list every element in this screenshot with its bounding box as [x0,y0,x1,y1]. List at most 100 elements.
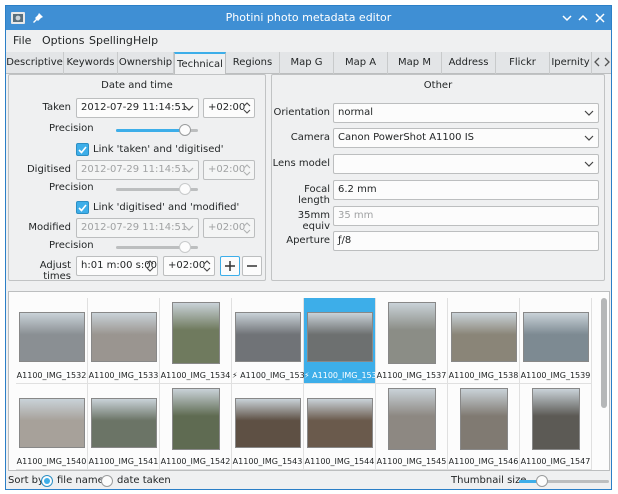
chevron-down-icon [584,135,594,141]
link2-label: Link 'digitised' and 'modified' [93,202,240,213]
thumbnail-caption: A1100_IMG_1541 [88,457,159,466]
thumbnail-caption: A1100_IMG_1540 [16,457,87,466]
thumbnail-item[interactable]: A1100_IMG_1545 [376,384,448,470]
thumbnail-item[interactable]: A1100_IMG_1532 [16,298,88,384]
tab-technical[interactable]: Technical [174,52,226,75]
equiv-value: 35 mm [338,210,374,221]
tab-ownership[interactable]: Ownership [118,52,174,74]
thumbnail-caption: A1100_IMG_1542 [160,457,231,466]
camera-select[interactable]: Canon PowerShot A1100 IS [333,128,599,148]
thumbnail-caption: A1100_IMG_1539 [520,371,591,380]
thumbnail-item[interactable]: A1100_IMG_1539 [520,298,592,384]
tab-map-g[interactable]: Map G [280,52,334,74]
adjust-add-button[interactable] [220,256,240,276]
chevron-down-icon[interactable] [559,10,575,26]
tab-descriptive[interactable]: Descriptive [6,52,64,74]
thumbnail-item[interactable]: A1100_IMG_1533 [88,298,160,384]
thumbnail-item[interactable]: A1100_IMG_1541 [88,384,160,470]
adjust-offset-input[interactable]: h:01 m:00 s:00 [76,256,158,276]
thumbnail-caption: A1100_IMG_1547 [520,457,591,466]
slider-knob[interactable] [536,475,548,487]
minus-icon [247,265,257,267]
thumbnail-item[interactable]: ⚡ A1100_IMG_1535 [232,298,310,384]
thumbnail-item[interactable]: A1100_IMG_1546 [448,384,520,470]
digitised-datetime-input[interactable]: 2012-07-29 11:14:51 [76,160,199,180]
tab-keywords[interactable]: Keywords [64,52,118,74]
sort-date-taken-label[interactable]: date taken [117,475,171,486]
sort-file-name-radio[interactable] [41,475,53,487]
tab-map-a[interactable]: Map A [334,52,388,74]
title-bar[interactable]: Photini photo metadata editor [6,6,611,30]
thumbnail-image [307,312,373,362]
slider-knob[interactable] [179,241,191,253]
thumbnail-image [19,312,85,362]
tab-address[interactable]: Address [442,52,496,74]
thumbnail-image [91,312,157,362]
check-icon [76,201,89,214]
thumbnail-image [172,388,220,450]
thumbnail-item[interactable]: A1100_IMG_1543 [232,384,304,470]
thumbnail-caption: A1100_IMG_1544 [304,457,375,466]
chevron-down-icon [584,110,594,116]
digitised-timezone-input[interactable]: +02:00 [203,160,255,180]
menu-spelling[interactable]: Spelling [89,34,133,47]
menu-bar: File Options Spelling Help [6,30,611,52]
menu-file[interactable]: File [13,34,31,47]
thumbnail-caption: A1100_IMG_1533 [88,371,159,380]
thumbnail-item[interactable]: A1100_IMG_1534 [160,298,232,384]
thumbnail-caption: A1100_IMG_1534 [160,371,231,380]
equiv-35mm-input[interactable]: 35 mm [333,206,599,226]
app-window: Photini photo metadata editor File Optio… [5,5,612,490]
menu-options[interactable]: Options [42,34,84,47]
thumbnail-size-slider[interactable] [519,475,609,487]
thumbnail-item[interactable]: A1100_IMG_1538 [448,298,520,384]
adjust-timezone-input[interactable]: +02:00 [163,256,215,276]
sort-date-taken-radio[interactable] [101,475,113,487]
menu-help[interactable]: Help [133,34,158,47]
thumbnail-caption: A1100_IMG_1545 [376,457,447,466]
tab-flickr[interactable]: Flickr [496,52,550,74]
thumbnail-image [523,312,589,362]
thumbnail-image [19,398,85,448]
taken-datetime-input[interactable]: 2012-07-29 11:14:51 [76,98,199,118]
tab-regions[interactable]: Regions [226,52,280,74]
link-taken-digitised-checkbox[interactable]: Link 'taken' and 'digitised' [76,143,223,157]
digitised-value: 2012-07-29 11:14:51 [81,164,188,175]
taken-timezone-input[interactable]: +02:00 [203,98,255,118]
aperture-input[interactable]: ƒ/8 [333,231,599,251]
thumbnail-item[interactable]: A1100_IMG_1540 [16,384,88,470]
chevron-up-icon[interactable] [575,10,591,26]
thumbnail-item[interactable]: A1100_IMG_1547 [520,384,592,470]
tab-scroll-right-icon[interactable] [602,55,611,72]
camera-label: Camera [290,132,330,143]
lens-model-label: Lens model [272,158,330,169]
thumbnail-item[interactable]: A1100_IMG_1542 [160,384,232,470]
modified-datetime-input[interactable]: 2012-07-29 11:14:51 [76,218,199,238]
thumbnail-grid[interactable]: A1100_IMG_1532 A1100_IMG_1533 A1100_IMG_15… [8,291,610,471]
slider-knob[interactable] [179,124,191,136]
modified-timezone-input[interactable]: +02:00 [203,218,255,238]
adjust-subtract-button[interactable] [242,256,262,276]
lens-model-select[interactable] [333,154,599,174]
slider-knob[interactable] [179,183,191,195]
focal-length-input[interactable]: 6.2 mm [333,180,599,200]
tab-ipernity[interactable]: Ipernity [550,52,592,74]
modified-label: Modified [28,222,71,233]
close-icon[interactable] [592,10,608,26]
taken-label: Taken [42,102,71,113]
date-time-title: Date and time [101,80,173,91]
modified-precision-slider[interactable] [116,241,198,253]
tab-scroll-left-icon[interactable] [592,55,602,72]
sort-file-name-label[interactable]: file name [57,475,104,486]
thumbnail-item[interactable]: A1100_IMG_1544 [304,384,376,470]
taken-precision-slider[interactable] [116,124,198,136]
digitised-tz-value: +02:00 [208,164,246,175]
tab-map-m[interactable]: Map M [388,52,442,74]
orientation-select[interactable]: normal [333,103,599,123]
link-digitised-modified-checkbox[interactable]: Link 'digitised' and 'modified' [76,201,239,215]
thumbnail-item[interactable]: A1100_IMG_1537 [376,298,448,384]
thumbnail-item[interactable]: ⚡ A1100_IMG_1536 [304,298,382,384]
window-title: Photini photo metadata editor [225,11,392,24]
thumbnail-scrollbar[interactable] [601,298,607,408]
digitised-precision-slider[interactable] [116,183,198,195]
